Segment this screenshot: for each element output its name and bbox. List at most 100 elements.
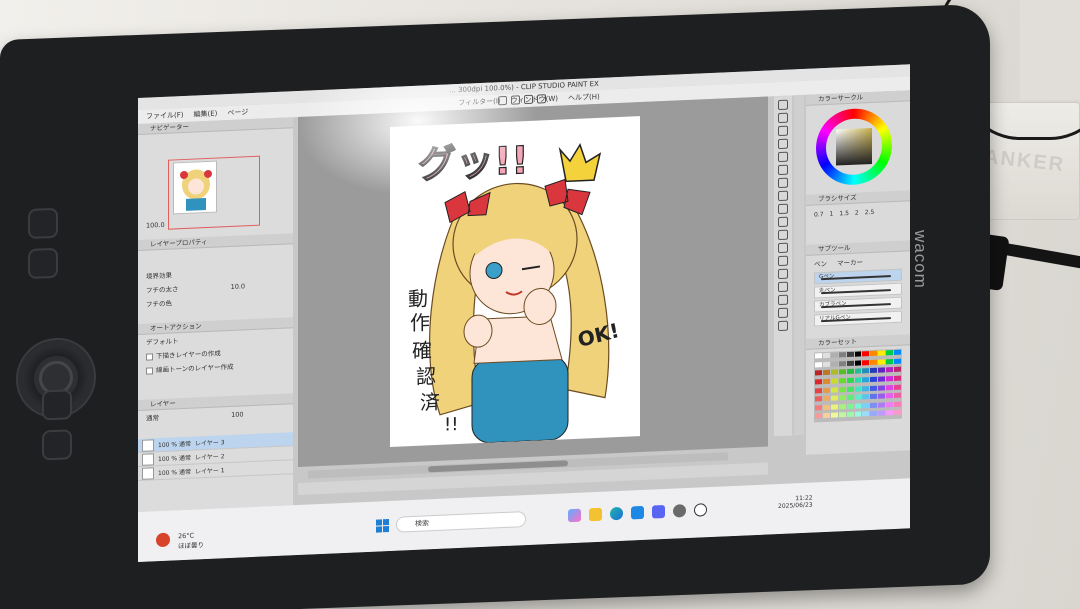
file-explorer-icon[interactable] <box>589 507 602 522</box>
color-swatch[interactable] <box>815 370 822 376</box>
color-swatch[interactable] <box>862 368 870 374</box>
tab-pen[interactable]: ペン <box>814 258 827 269</box>
pen-tool-icon[interactable] <box>498 95 507 106</box>
color-swatch[interactable] <box>894 384 901 390</box>
layer-property-header[interactable]: レイヤープロパティ <box>138 233 293 251</box>
color-swatch[interactable] <box>894 375 901 381</box>
saturation-value-square[interactable] <box>836 127 872 166</box>
color-swatch[interactable] <box>894 358 901 364</box>
express-key[interactable] <box>28 207 58 239</box>
menu-page[interactable]: ページ <box>227 107 248 118</box>
color-swatch[interactable] <box>830 378 838 384</box>
canvas-paper[interactable]: グッ!! 動 作 確 認 済 !! OK! <box>390 116 640 447</box>
color-swatch[interactable] <box>846 394 854 401</box>
color-swatch[interactable] <box>822 361 830 367</box>
color-swatch[interactable] <box>878 367 886 373</box>
fill-icon[interactable] <box>778 242 788 254</box>
figure-icon[interactable] <box>778 268 788 280</box>
color-swatch[interactable] <box>854 385 862 392</box>
color-swatch[interactable] <box>878 350 886 356</box>
color-swatch[interactable] <box>854 403 862 409</box>
brush-icon[interactable] <box>778 203 788 215</box>
scroll-thumb[interactable] <box>428 460 568 473</box>
color-swatch[interactable] <box>830 412 838 419</box>
color-swatch[interactable] <box>854 394 862 400</box>
color-swatch[interactable] <box>878 376 886 382</box>
brush-size-option[interactable]: 0.7 <box>814 211 824 218</box>
color-swatch[interactable] <box>870 350 878 357</box>
color-swatch[interactable] <box>886 358 894 364</box>
color-swatch[interactable] <box>838 360 846 367</box>
color-swatch[interactable] <box>886 375 894 382</box>
color-swatch-icon[interactable] <box>778 320 788 332</box>
color-swatch[interactable] <box>878 359 886 365</box>
color-swatch[interactable] <box>846 369 854 375</box>
color-swatch[interactable] <box>846 360 854 366</box>
color-swatch[interactable] <box>878 393 886 399</box>
color-swatch[interactable] <box>854 377 862 383</box>
color-swatch[interactable] <box>878 410 886 417</box>
brush-size-option[interactable]: 1.5 <box>839 210 849 217</box>
brush-icon[interactable] <box>524 94 533 105</box>
color-swatch[interactable] <box>886 401 894 408</box>
color-swatch[interactable] <box>846 412 854 418</box>
color-swatch[interactable] <box>894 410 901 416</box>
color-swatch[interactable] <box>830 395 838 401</box>
edge-icon[interactable] <box>610 506 623 521</box>
color-swatch[interactable] <box>886 393 894 399</box>
color-swatch[interactable] <box>838 352 846 358</box>
color-swatch[interactable] <box>894 366 901 373</box>
color-swatch[interactable] <box>830 369 838 376</box>
color-swatch[interactable] <box>862 402 870 409</box>
express-key[interactable] <box>42 429 72 461</box>
color-swatch[interactable] <box>854 368 862 374</box>
canvas-area[interactable]: グッ!! 動 作 確 認 済 !! OK! <box>298 96 768 468</box>
color-swatch[interactable] <box>894 349 901 355</box>
color-swatch[interactable] <box>870 376 878 382</box>
clip-studio-icon[interactable] <box>694 503 707 517</box>
ruler-icon[interactable] <box>511 95 520 105</box>
color-swatch[interactable] <box>822 413 830 419</box>
weather-widget[interactable]: 26°C ほぼ曇り <box>178 531 204 551</box>
airbrush-icon[interactable] <box>778 216 788 228</box>
color-swatch[interactable] <box>870 385 878 391</box>
gradient-icon[interactable] <box>778 255 788 267</box>
color-swatch[interactable] <box>870 367 878 374</box>
color-swatch[interactable] <box>870 411 878 417</box>
ms-store-icon[interactable] <box>631 505 644 520</box>
color-swatch[interactable] <box>822 404 830 410</box>
color-swatch[interactable] <box>846 351 854 358</box>
onedrive-icon[interactable] <box>673 504 686 518</box>
color-swatch[interactable] <box>886 367 894 373</box>
color-swatch[interactable] <box>838 377 846 384</box>
color-swatch[interactable] <box>870 359 878 365</box>
color-swatch[interactable] <box>815 387 822 393</box>
blend-mode-select[interactable]: 通常 <box>146 414 159 423</box>
menu-filter[interactable]: フィルター(I) <box>458 96 500 108</box>
color-set-swatches[interactable] <box>814 348 902 423</box>
ruler-icon[interactable] <box>778 307 788 319</box>
export-icon[interactable] <box>537 94 546 104</box>
balloon-icon[interactable] <box>778 294 788 306</box>
subtool-item[interactable]: Gペン <box>814 268 902 285</box>
color-swatch[interactable] <box>815 404 822 411</box>
checkbox[interactable] <box>146 366 153 375</box>
color-swatch[interactable] <box>822 352 830 359</box>
color-swatch[interactable] <box>862 394 870 400</box>
color-swatch[interactable] <box>838 412 846 418</box>
weather-icon[interactable] <box>156 532 170 548</box>
color-swatch[interactable] <box>862 359 870 365</box>
color-swatch[interactable] <box>838 369 846 375</box>
text-icon[interactable] <box>778 281 788 293</box>
color-swatch[interactable] <box>838 386 846 392</box>
color-swatch[interactable] <box>846 403 854 409</box>
opacity-value[interactable]: 100 <box>231 410 243 419</box>
eyedropper-icon[interactable] <box>778 164 788 176</box>
menu-file[interactable]: ファイル(F) <box>146 110 184 122</box>
select-icon[interactable] <box>778 151 788 163</box>
color-swatch[interactable] <box>815 396 822 402</box>
color-swatch[interactable] <box>815 413 822 419</box>
color-swatch[interactable] <box>815 361 822 368</box>
system-tray[interactable]: 11:22 2025/06/23 <box>778 495 813 511</box>
zoom-value[interactable]: 100.0 <box>138 213 293 232</box>
